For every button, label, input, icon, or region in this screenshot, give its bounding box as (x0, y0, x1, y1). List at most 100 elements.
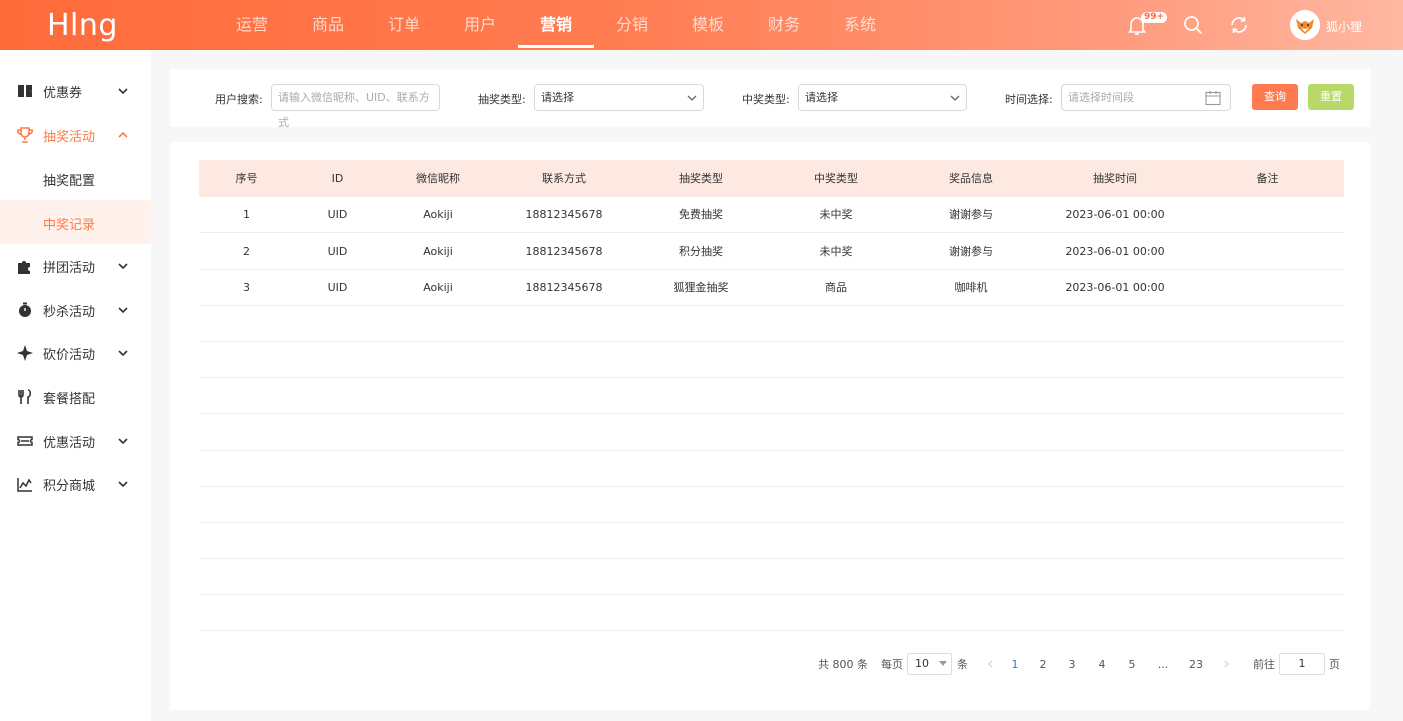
cell-index: 2 (243, 245, 250, 258)
cell-lottery-type: 狐狸金抽奖 (673, 281, 729, 294)
caret-down-icon (939, 661, 947, 666)
sidebar-item-flash-sale[interactable]: 秒杀活动 (0, 288, 151, 332)
empty-table-row (199, 378, 1344, 414)
page-ellipsis[interactable]: ... (1154, 654, 1172, 676)
cell-id: UID (327, 208, 348, 221)
column-header-draw-time[interactable]: 抽奖时间 (1039, 160, 1191, 197)
cell-prize-info: 谢谢参与 (949, 208, 993, 221)
username[interactable]: 狐小狸 (1326, 18, 1362, 35)
coupon-icon (18, 85, 32, 97)
time-range-input[interactable]: 请选择时间段 (1061, 84, 1231, 111)
sidebar-item-label: 拼团活动 (43, 260, 96, 276)
ticket-icon (17, 436, 33, 446)
reset-button[interactable]: 重置 (1308, 84, 1354, 110)
cell-draw-time: 2023-06-01 00:00 (1065, 281, 1165, 294)
empty-table-row (199, 559, 1344, 595)
goto-unit: 页 (1329, 658, 1340, 671)
cell-prize-info: 谢谢参与 (949, 245, 993, 258)
query-button[interactable]: 查询 (1252, 84, 1298, 110)
chevron-down-icon (687, 95, 697, 101)
nav-item-operations[interactable]: 运营 (214, 0, 290, 50)
filter-bar: 用户搜索: 请输入微信昵称、UID、联系方式 抽奖类型: 请选择 中奖类型: 请… (170, 69, 1370, 129)
cell-nickname: Aokiji (423, 208, 453, 221)
nav-item-templates[interactable]: 模板 (670, 0, 746, 50)
table-row[interactable]: 2 UID Aokiji 18812345678 积分抽奖 未中奖 谢谢参与 2… (199, 234, 1344, 270)
page-button[interactable]: 4 (1093, 654, 1111, 676)
table-row[interactable]: 3 UID Aokiji 18812345678 狐狸金抽奖 商品 咖啡机 20… (199, 270, 1344, 306)
sidebar-item-group-buy[interactable]: 拼团活动 (0, 244, 151, 288)
time-label: 时间选择: (1005, 93, 1053, 106)
cell-contact: 18812345678 (525, 281, 603, 294)
nav-item-marketing[interactable]: 营销 (518, 0, 594, 50)
avatar[interactable] (1290, 10, 1320, 40)
column-header-contact[interactable]: 联系方式 (495, 160, 633, 197)
sidebar-sub-label: 中奖记录 (43, 218, 96, 233)
column-header-index[interactable]: 序号 (199, 160, 294, 197)
sidebar-sub-winning-records[interactable]: 中奖记录 (0, 200, 151, 244)
column-header-nickname[interactable]: 微信昵称 (381, 160, 495, 197)
sidebar-item-coupons[interactable]: 优惠券 (0, 69, 151, 113)
lottery-type-select[interactable]: 请选择 (534, 84, 704, 111)
chevron-down-icon (118, 88, 128, 95)
sidebar-item-label: 秒杀活动 (43, 304, 96, 320)
chevron-down-icon (118, 263, 128, 270)
user-search-label: 用户搜索: (215, 93, 263, 106)
notification-badge: 99+ (1141, 12, 1168, 23)
user-search-input[interactable]: 请输入微信昵称、UID、联系方式 (271, 84, 440, 129)
sidebar-item-package[interactable]: 套餐搭配 (0, 375, 151, 419)
records-table-card: 序号 ID 微信昵称 联系方式 抽奖类型 中奖类型 奖品信息 抽奖时间 备注 1… (170, 142, 1370, 710)
page-button[interactable]: 23 (1184, 654, 1208, 676)
cell-id: UID (327, 281, 348, 294)
chevron-up-icon (118, 131, 128, 138)
sidebar: 优惠券 抽奖活动 抽奖配置 中奖记录 拼团活动 秒杀活动 砍价活动 套餐搭配 优… (0, 50, 151, 721)
empty-table-row (199, 487, 1344, 523)
column-header-prize-type[interactable]: 中奖类型 (769, 160, 903, 197)
table-row[interactable]: 1 UID Aokiji 18812345678 免费抽奖 未中奖 谢谢参与 2… (199, 197, 1344, 233)
page-button[interactable]: 2 (1034, 654, 1052, 676)
sidebar-item-label: 抽奖活动 (43, 129, 96, 145)
nav-item-users[interactable]: 用户 (442, 0, 518, 50)
nav-item-finance[interactable]: 财务 (746, 0, 822, 50)
nav-item-orders[interactable]: 订单 (366, 0, 442, 50)
next-page-icon[interactable] (1223, 660, 1229, 668)
goto-page-input[interactable]: 1 (1279, 653, 1325, 675)
chart-icon (17, 478, 32, 492)
refresh-icon[interactable] (1227, 13, 1251, 37)
column-header-lottery-type[interactable]: 抽奖类型 (633, 160, 769, 197)
nav-item-system[interactable]: 系统 (822, 0, 898, 50)
cell-remark (1191, 234, 1344, 270)
sidebar-item-label: 优惠活动 (43, 435, 96, 451)
sidebar-sub-lottery-config[interactable]: 抽奖配置 (0, 156, 151, 200)
empty-table-row (199, 415, 1344, 451)
chevron-down-icon (118, 350, 128, 357)
app-logo[interactable]: Hlng (47, 8, 118, 43)
chevron-down-icon (118, 307, 128, 314)
sidebar-item-bargain[interactable]: 砍价活动 (0, 331, 151, 375)
per-page-select[interactable]: 10 (907, 653, 952, 675)
sidebar-item-points-mall[interactable]: 积分商城 (0, 462, 151, 506)
table-header: 序号 ID 微信昵称 联系方式 抽奖类型 中奖类型 奖品信息 抽奖时间 备注 (199, 160, 1344, 197)
column-header-remark[interactable]: 备注 (1191, 160, 1344, 197)
user-search-placeholder: 请输入微信昵称、UID、联系方式 (278, 91, 430, 129)
sidebar-item-promotions[interactable]: 优惠活动 (0, 419, 151, 463)
nav-item-products[interactable]: 商品 (290, 0, 366, 50)
prize-type-select[interactable]: 请选择 (798, 84, 967, 111)
sidebar-item-label: 优惠券 (43, 85, 83, 101)
page-button[interactable]: 3 (1063, 654, 1081, 676)
column-header-id[interactable]: ID (294, 160, 381, 197)
per-page-label: 每页 (881, 658, 903, 671)
prev-page-icon[interactable] (988, 660, 994, 668)
cell-draw-time: 2023-06-01 00:00 (1065, 208, 1165, 221)
search-icon[interactable] (1181, 13, 1205, 37)
column-header-prize-info[interactable]: 奖品信息 (903, 160, 1039, 197)
sparkle-icon (17, 345, 33, 361)
page-button[interactable]: 1 (1006, 654, 1024, 676)
sidebar-item-label: 砍价活动 (43, 347, 96, 363)
cell-remark (1191, 270, 1344, 306)
page-button[interactable]: 5 (1123, 654, 1141, 676)
cell-contact: 18812345678 (525, 245, 603, 258)
sidebar-item-lottery[interactable]: 抽奖活动 (0, 113, 151, 157)
fox-avatar-icon (1290, 10, 1320, 40)
nav-item-distribution[interactable]: 分销 (594, 0, 670, 50)
cell-index: 1 (243, 208, 250, 221)
